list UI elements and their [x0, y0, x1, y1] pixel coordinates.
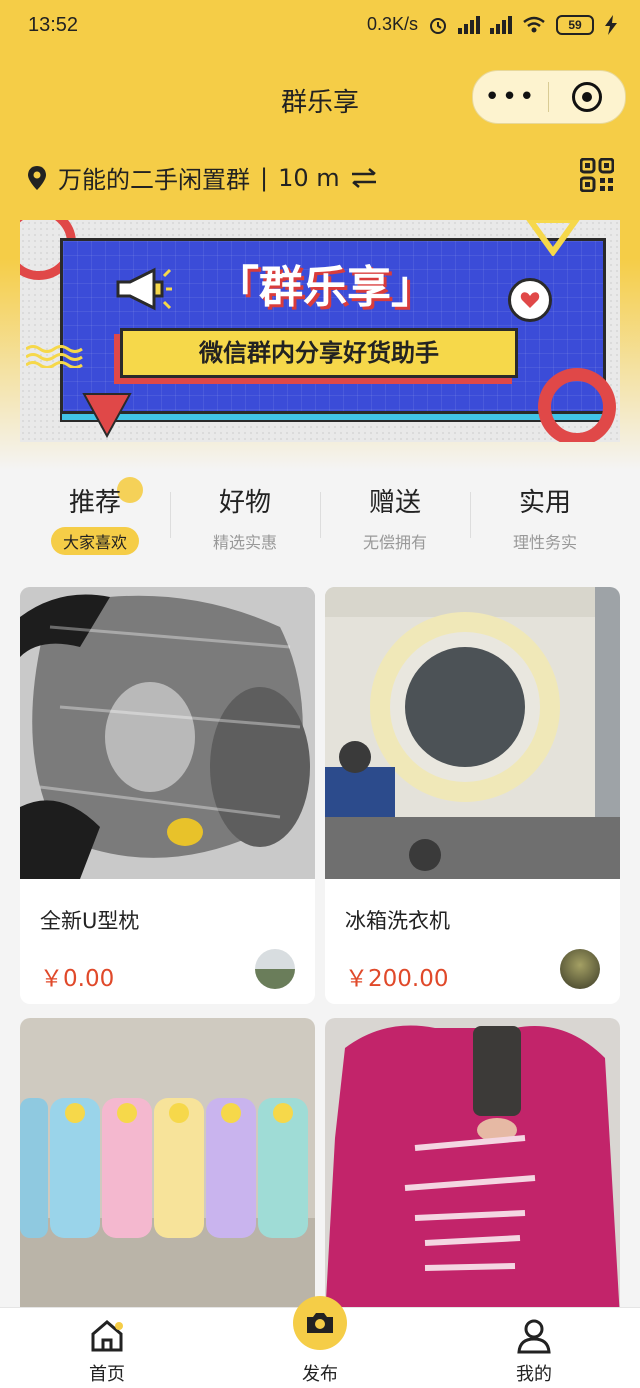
product-image	[325, 1018, 620, 1318]
group-location-selector[interactable]: 万能的二手闲置群 | 10 m	[26, 160, 378, 195]
home-icon	[91, 1320, 123, 1352]
neck-pillow-illustration	[20, 587, 315, 879]
charging-icon	[605, 14, 617, 35]
tab-sublabel: 大家喜欢	[50, 527, 139, 555]
tabbar-label: 首页	[89, 1364, 125, 1385]
tab-label: 赠送	[368, 488, 421, 518]
user-icon	[517, 1319, 551, 1354]
tab-label: 实用	[518, 488, 571, 518]
tshirt-illustration	[325, 1018, 620, 1318]
tab-label: 好物	[218, 488, 271, 518]
alarm-icon	[430, 17, 446, 34]
seller-avatar[interactable]	[255, 949, 295, 989]
product-card[interactable]	[20, 1018, 315, 1318]
tab-recommend[interactable]: 推荐 大家喜欢	[20, 477, 170, 560]
banner-subtitle: 微信群内分享好货助手	[120, 328, 518, 378]
promo-banner[interactable]: 「群乐享」 微信群内分享好货助手	[20, 220, 620, 442]
product-price: ￥200.00	[345, 966, 449, 992]
close-miniprogram-button[interactable]	[549, 82, 624, 112]
product-price: ￥0.00	[40, 966, 115, 992]
triangle-outline-decoration	[526, 220, 580, 256]
tab-sublabel: 精选实惠	[212, 533, 277, 552]
washing-machine-illustration	[325, 587, 620, 879]
signal-icon	[458, 15, 480, 34]
battery-icon: 59	[556, 14, 594, 35]
publish-button[interactable]	[293, 1296, 347, 1350]
location-pin-icon	[28, 165, 46, 190]
product-card[interactable]: 冰箱洗衣机 ￥200.00	[325, 587, 620, 1004]
megaphone-icon	[116, 267, 172, 311]
banner-ring-decoration-2	[538, 368, 616, 442]
product-image	[20, 1018, 315, 1318]
tab-divider	[170, 492, 171, 538]
tab-divider	[470, 492, 471, 538]
tab-practical[interactable]: 实用 理性务实	[470, 480, 620, 560]
tab-sublabel: 无偿拥有	[362, 533, 427, 552]
product-name: 全新U型枕	[40, 909, 140, 933]
tab-goods[interactable]: 好物 精选实惠	[170, 480, 320, 560]
tab-label: 推荐	[68, 488, 121, 518]
wave-decoration	[26, 345, 83, 368]
tab-giveaway[interactable]: 赠送 无偿拥有	[320, 480, 470, 560]
seller-avatar[interactable]	[560, 949, 600, 989]
tab-sublabel: 理性务实	[512, 533, 577, 552]
more-button[interactable]: •••	[473, 71, 548, 123]
group-name: 万能的二手闲置群	[58, 166, 250, 194]
category-tabs: 推荐 大家喜欢 好物 精选实惠 赠送 无偿拥有 实用 理性务实	[20, 477, 620, 560]
switch-icon[interactable]	[350, 167, 378, 189]
product-image	[325, 587, 620, 879]
bottom-tab-bar: 首页 发布 我的	[0, 1296, 640, 1388]
tabbar-label: 发布	[302, 1364, 338, 1385]
banner-title: 「群乐享」	[215, 262, 435, 313]
camera-icon	[307, 1313, 333, 1333]
status-icons: 0.3K/s 59	[367, 14, 618, 35]
tabbar-label: 我的	[516, 1364, 552, 1385]
target-icon	[571, 82, 602, 112]
location-separator: |	[260, 163, 269, 192]
triangle-decoration	[82, 393, 132, 438]
product-image	[20, 587, 315, 879]
miniprogram-capsule: •••	[472, 70, 626, 124]
tab-divider	[320, 492, 321, 538]
network-speed: 0.3K/s	[366, 14, 418, 34]
heart-icon	[508, 278, 552, 322]
signal-icon-2	[490, 15, 512, 34]
product-name: 冰箱洗衣机	[345, 909, 450, 933]
product-card[interactable]	[325, 1018, 620, 1318]
wifi-icon	[523, 16, 545, 32]
kids-bottles-illustration	[20, 1018, 315, 1318]
group-distance: 10 m	[278, 163, 340, 192]
product-card[interactable]: 全新U型枕 ￥0.00	[20, 587, 315, 1004]
status-bar: 13:52 0.3K/s 59	[0, 0, 640, 54]
qr-code-icon[interactable]	[580, 158, 614, 192]
status-time: 13:52	[28, 14, 79, 36]
